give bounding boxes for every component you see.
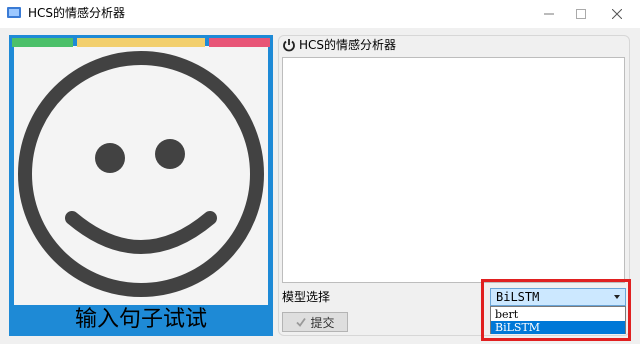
panel-title: HCS的情感分析器 [299, 38, 397, 52]
face-panel [9, 35, 273, 336]
model-option-bilstm[interactable]: BiLSTM [491, 321, 625, 334]
smiley-face-icon [18, 51, 264, 297]
face-canvas [14, 46, 268, 305]
close-button[interactable] [594, 0, 640, 28]
check-icon [296, 317, 307, 327]
submit-label: 提交 [310, 315, 335, 330]
yellow-strip [77, 38, 205, 47]
submit-button[interactable]: 提交 [282, 312, 348, 332]
model-select-value: BiLSTM [496, 290, 540, 304]
window-title: HCS的情感分析器 [28, 6, 126, 20]
title-bar: HCS的情感分析器 [0, 0, 640, 28]
maximize-icon [576, 9, 586, 19]
close-icon [612, 9, 622, 19]
chevron-down-icon [614, 295, 620, 299]
model-option-bert[interactable]: bert [491, 308, 625, 321]
model-dropdown-list: bert BiLSTM [490, 306, 626, 334]
minimize-icon [544, 13, 554, 15]
power-icon [283, 39, 295, 52]
input-prompt-caption: 输入句子试试 [74, 307, 207, 332]
app-icon [7, 7, 21, 18]
pink-strip [209, 38, 270, 47]
model-select-combobox[interactable]: BiLSTM [490, 288, 626, 306]
sentence-text-area[interactable] [282, 57, 625, 283]
model-select-label: 模型选择 [282, 290, 331, 304]
green-strip [12, 38, 73, 47]
